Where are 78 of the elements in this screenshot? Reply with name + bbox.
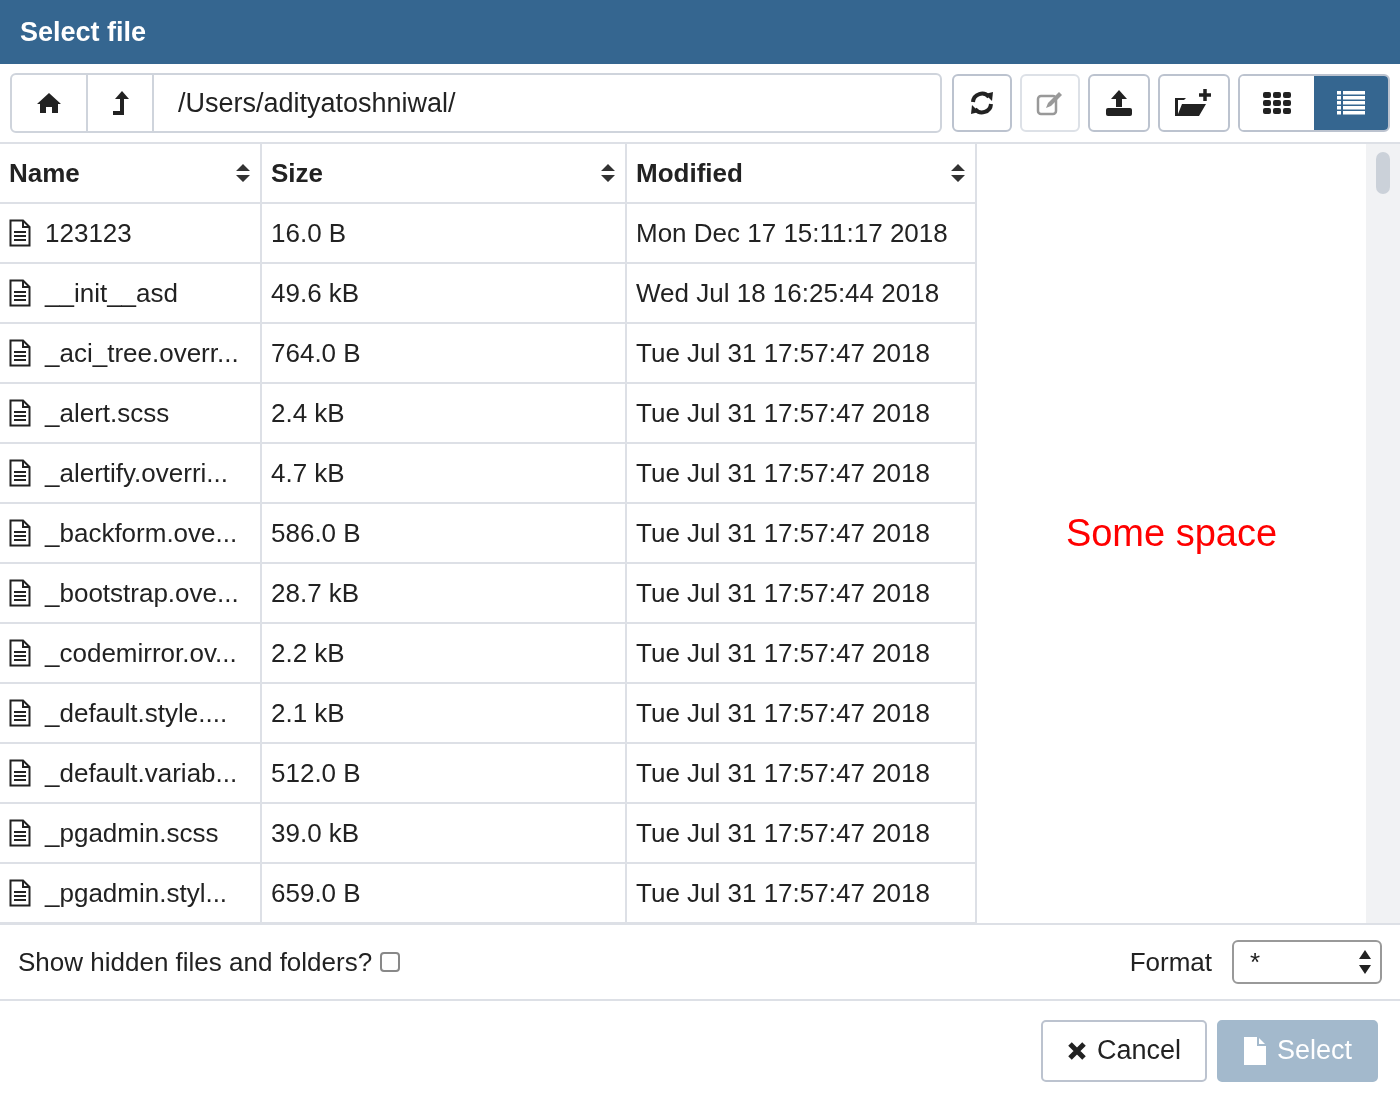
file-size-cell: 49.6 kB (262, 264, 627, 322)
modified-date-cell: Tue Jul 31 17:57:47 2018 (627, 444, 977, 502)
file-name-cell[interactable]: _default.variab... (0, 744, 262, 802)
file-icon (9, 279, 31, 307)
sort-icon (600, 163, 616, 183)
up-arrow-icon (111, 90, 129, 116)
file-name-cell[interactable]: _aci_tree.overr... (0, 324, 262, 382)
sort-icon (235, 163, 251, 183)
file-name-cell[interactable]: _bootstrap.ove... (0, 564, 262, 622)
file-icon (9, 579, 31, 607)
file-icon (9, 699, 31, 727)
file-size-cell: 512.0 B (262, 744, 627, 802)
refresh-icon (969, 90, 995, 116)
file-icon (9, 759, 31, 787)
hidden-files-checkbox[interactable] (380, 952, 401, 972)
file-icon (9, 639, 31, 667)
sort-icon (950, 163, 966, 183)
annotation-text: Some space (1065, 512, 1278, 555)
list-view-button[interactable] (1314, 76, 1388, 130)
hidden-files-label: Show hidden files and folders? (18, 946, 373, 978)
modified-date-cell: Tue Jul 31 17:57:47 2018 (627, 864, 977, 922)
modified-date-cell: Tue Jul 31 17:57:47 2018 (627, 744, 977, 802)
file-icon (9, 459, 31, 487)
folder-plus-icon (1174, 88, 1214, 118)
grid-icon (1262, 91, 1292, 115)
modified-date-cell: Tue Jul 31 17:57:47 2018 (627, 504, 977, 562)
cancel-button[interactable]: Cancel (1040, 1019, 1207, 1082)
file-icon (9, 819, 31, 847)
dialog-title: Select file (20, 16, 147, 48)
file-size-cell: 16.0 B (262, 204, 627, 262)
file-name-cell[interactable]: _backform.ove... (0, 504, 262, 562)
modified-date-cell: Tue Jul 31 17:57:47 2018 (627, 324, 977, 382)
file-size-cell: 586.0 B (262, 504, 627, 562)
file-name-cell[interactable]: _alertify.overri... (0, 444, 262, 502)
list-icon (1336, 91, 1366, 115)
file-size-cell: 28.7 kB (262, 564, 627, 622)
file-size-cell: 39.0 kB (262, 804, 627, 862)
select-caret-icon (1358, 949, 1372, 975)
scrollbar-thumb[interactable] (1376, 152, 1390, 194)
file-size-cell: 2.4 kB (262, 384, 627, 442)
home-icon (36, 92, 62, 114)
upload-button[interactable] (1088, 74, 1150, 132)
column-header[interactable]: Modified (627, 144, 977, 202)
path-field[interactable]: /Users/adityatoshniwal/ (154, 75, 456, 131)
refresh-button[interactable] (952, 74, 1012, 132)
modified-date-cell: Tue Jul 31 17:57:47 2018 (627, 564, 977, 622)
file-size-cell: 2.1 kB (262, 684, 627, 742)
modified-date-cell: Tue Jul 31 17:57:47 2018 (627, 804, 977, 862)
file-name-cell[interactable]: _alert.scss (0, 384, 262, 442)
file-name-cell[interactable]: _pgadmin.styl... (0, 864, 262, 922)
file-icon (9, 519, 31, 547)
modified-date-cell: Tue Jul 31 17:57:47 2018 (627, 624, 977, 682)
modified-date-cell: Wed Jul 18 16:25:44 2018 (627, 264, 977, 322)
file-size-cell: 764.0 B (262, 324, 627, 382)
modified-date-cell: Mon Dec 17 15:11:17 2018 (627, 204, 977, 262)
file-icon (9, 879, 31, 907)
format-label: Format (1129, 946, 1212, 978)
file-name-cell[interactable]: 123123 (0, 204, 262, 262)
new-folder-button[interactable] (1158, 74, 1230, 132)
file-icon (9, 339, 31, 367)
file-size-cell: 659.0 B (262, 864, 627, 922)
upload-icon (1105, 89, 1133, 117)
column-header[interactable]: Name (0, 144, 262, 202)
column-header[interactable]: Size (262, 144, 627, 202)
close-icon (1066, 1040, 1087, 1061)
file-name-cell[interactable]: __init__asd (0, 264, 262, 322)
file-name-cell[interactable]: _codemirror.ov... (0, 624, 262, 682)
file-size-cell: 2.2 kB (262, 624, 627, 682)
edit-icon (1036, 90, 1064, 116)
file-name-cell[interactable]: _default.style.... (0, 684, 262, 742)
file-size-cell: 4.7 kB (262, 444, 627, 502)
modified-date-cell: Tue Jul 31 17:57:47 2018 (627, 684, 977, 742)
file-icon (9, 399, 31, 427)
file-icon (1242, 1035, 1267, 1066)
modified-date-cell: Tue Jul 31 17:57:47 2018 (627, 384, 977, 442)
file-name-cell[interactable]: _pgadmin.scss (0, 804, 262, 862)
format-select[interactable]: * (1232, 940, 1382, 984)
file-icon (9, 219, 31, 247)
